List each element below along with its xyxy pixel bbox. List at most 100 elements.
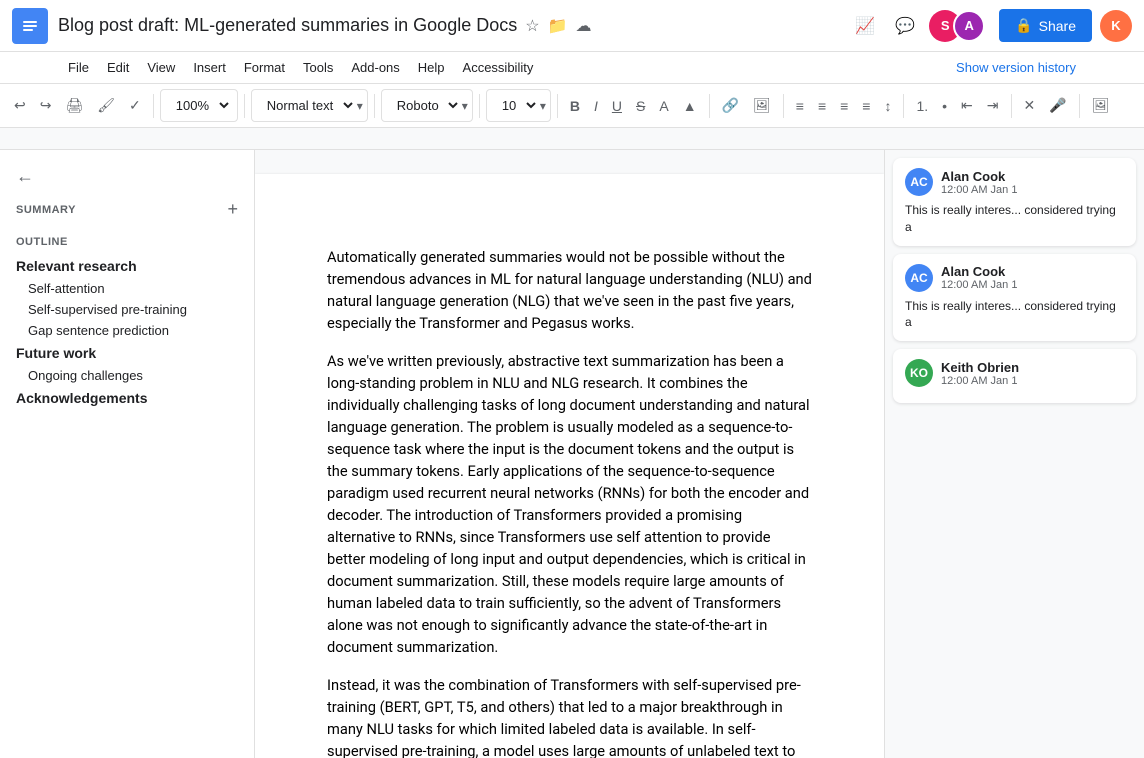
strikethrough-button[interactable]: S <box>630 94 651 118</box>
insert-image-button[interactable]: 🖼 <box>1086 93 1116 118</box>
voice-input-button[interactable]: 🎤 <box>1043 93 1072 118</box>
toolbar-divider-8 <box>903 94 904 118</box>
lock-icon: 🔒 <box>1015 17 1032 34</box>
comment-card-3: KO Keith Obrien 12:00 AM Jan 1 <box>893 349 1136 403</box>
comment-time-3: 12:00 AM Jan 1 <box>941 375 1019 387</box>
highlight-button[interactable]: ▲ <box>677 94 703 118</box>
comment-meta-1: Alan Cook 12:00 AM Jan 1 <box>941 169 1017 196</box>
comment-header-1: AC Alan Cook 12:00 AM Jan 1 <box>905 168 1124 196</box>
menu-edit[interactable]: Edit <box>99 56 137 79</box>
font-select[interactable]: Roboto Arial <box>386 92 462 119</box>
content-area[interactable]: Automatically generated summaries would … <box>255 150 884 758</box>
toolbar: ↩ ↪ 🖨 🖌 ✓ 100% Normal text Heading 1 Hea… <box>0 84 1144 128</box>
share-button[interactable]: 🔒 Share <box>999 9 1092 42</box>
menu-file[interactable]: File <box>60 56 97 79</box>
align-left-button[interactable]: ≡ <box>790 94 810 118</box>
toolbar-divider-1 <box>153 94 154 118</box>
app-icon[interactable] <box>12 8 48 44</box>
menu-bar: File Edit View Insert Format Tools Add-o… <box>0 52 1144 84</box>
outline-item-self-attention[interactable]: Self-attention <box>0 278 254 299</box>
redo-button[interactable]: ↪ <box>34 93 58 118</box>
paint-format-button[interactable]: 🖌 <box>91 93 121 118</box>
outline-item-ongoing-challenges[interactable]: Ongoing challenges <box>0 365 254 386</box>
undo-button[interactable]: ↩ <box>8 93 32 118</box>
font-select-wrapper: Roboto Arial ▾ <box>381 89 473 122</box>
font-chevron-icon: ▾ <box>462 99 468 113</box>
summary-header: SUMMARY + <box>0 195 254 228</box>
print-button[interactable]: 🖨 <box>59 93 89 118</box>
paragraph-style-select[interactable]: Normal text Heading 1 Heading 2 <box>256 92 357 119</box>
toolbar-divider-4 <box>479 94 480 118</box>
spell-check-button[interactable]: ✓ <box>123 93 147 118</box>
ruler-inner <box>260 128 1144 149</box>
trending-button[interactable]: 📈 <box>849 10 881 42</box>
style-select-wrapper: Normal text Heading 1 Heading 2 ▾ <box>251 89 368 122</box>
toolbar-divider-10 <box>1079 94 1080 118</box>
toolbar-divider-6 <box>709 94 710 118</box>
title-bar: Blog post draft: ML-generated summaries … <box>0 0 1144 52</box>
clear-format-button[interactable]: ✕ <box>1018 93 1042 118</box>
menu-addons[interactable]: Add-ons <box>343 56 407 79</box>
summary-label: SUMMARY <box>16 204 76 216</box>
comment-meta-3: Keith Obrien 12:00 AM Jan 1 <box>941 360 1019 387</box>
menu-help[interactable]: Help <box>410 56 453 79</box>
comment-button[interactable]: 💬 <box>889 10 921 42</box>
link-button[interactable]: 🔗 <box>716 93 745 118</box>
comment-time-1: 12:00 AM Jan 1 <box>941 184 1017 196</box>
comment-avatar-3: KO <box>905 359 933 387</box>
document-page: Automatically generated summaries would … <box>255 174 884 758</box>
menu-tools[interactable]: Tools <box>295 56 341 79</box>
outline-label: OUTLINE <box>0 228 254 254</box>
outline-item-relevant-research[interactable]: Relevant research <box>0 254 254 278</box>
folder-icon[interactable]: 📁 <box>548 16 568 36</box>
show-version-history[interactable]: Show version history <box>948 56 1084 79</box>
menu-format[interactable]: Format <box>236 56 293 79</box>
outline-item-future-work[interactable]: Future work <box>0 341 254 365</box>
zoom-select[interactable]: 100% <box>165 92 233 119</box>
star-icon[interactable]: ☆ <box>525 16 539 36</box>
line-spacing-button[interactable]: ↕ <box>878 94 897 118</box>
comment-author-1: Alan Cook <box>941 169 1017 184</box>
fontsize-chevron-icon: ▾ <box>540 99 546 113</box>
fontsize-select-wrapper: 10 11 12 ▾ <box>486 89 551 122</box>
image-button[interactable]: 🖼 <box>747 93 777 118</box>
underline-button[interactable]: U <box>606 94 628 118</box>
paragraph-3: Instead, it was the combination of Trans… <box>327 674 812 758</box>
comment-card-1: AC Alan Cook 12:00 AM Jan 1 This is real… <box>893 158 1136 246</box>
bold-button[interactable]: B <box>564 94 586 118</box>
cloud-icon[interactable]: ☁ <box>576 16 592 36</box>
toolbar-divider-2 <box>244 94 245 118</box>
comment-avatar-2: AC <box>905 264 933 292</box>
menu-view[interactable]: View <box>139 56 183 79</box>
doc-title[interactable]: Blog post draft: ML-generated summaries … <box>58 15 517 36</box>
bullet-list-button[interactable]: • <box>936 94 953 118</box>
justify-button[interactable]: ≡ <box>856 94 876 118</box>
add-summary-button[interactable]: + <box>227 199 238 220</box>
text-color-button[interactable]: A <box>653 94 674 118</box>
italic-button[interactable]: I <box>588 94 604 118</box>
toolbar-divider-3 <box>374 94 375 118</box>
zoom-select-wrapper: 100% <box>160 89 238 122</box>
outline-item-acknowledgements[interactable]: Acknowledgements <box>0 386 254 410</box>
comment-text-2: This is really interes... considered try… <box>905 298 1124 332</box>
indent-less-button[interactable]: ⇤ <box>955 93 979 118</box>
style-chevron-icon: ▾ <box>357 99 363 113</box>
avatar-main-user[interactable]: K <box>1100 10 1132 42</box>
align-right-button[interactable]: ≡ <box>834 94 854 118</box>
back-button[interactable]: ← <box>0 162 254 195</box>
comments-panel: AC Alan Cook 12:00 AM Jan 1 This is real… <box>884 150 1144 758</box>
menu-accessibility[interactable]: Accessibility <box>455 56 542 79</box>
comment-author-3: Keith Obrien <box>941 360 1019 375</box>
toolbar-divider-5 <box>557 94 558 118</box>
font-size-select[interactable]: 10 11 12 <box>491 92 540 119</box>
outline-item-gap-sentence[interactable]: Gap sentence prediction <box>0 320 254 341</box>
header-right: 📈 💬 S A 🔒 Share K <box>849 9 1132 42</box>
comment-text-1: This is really interes... considered try… <box>905 202 1124 236</box>
outline-item-self-supervised[interactable]: Self-supervised pre-training <box>0 299 254 320</box>
menu-insert[interactable]: Insert <box>185 56 234 79</box>
avatar-user2[interactable]: A <box>953 10 985 42</box>
align-center-button[interactable]: ≡ <box>812 94 832 118</box>
comment-meta-2: Alan Cook 12:00 AM Jan 1 <box>941 264 1017 291</box>
numbered-list-button[interactable]: 1. <box>910 94 934 118</box>
indent-more-button[interactable]: ⇥ <box>981 93 1005 118</box>
